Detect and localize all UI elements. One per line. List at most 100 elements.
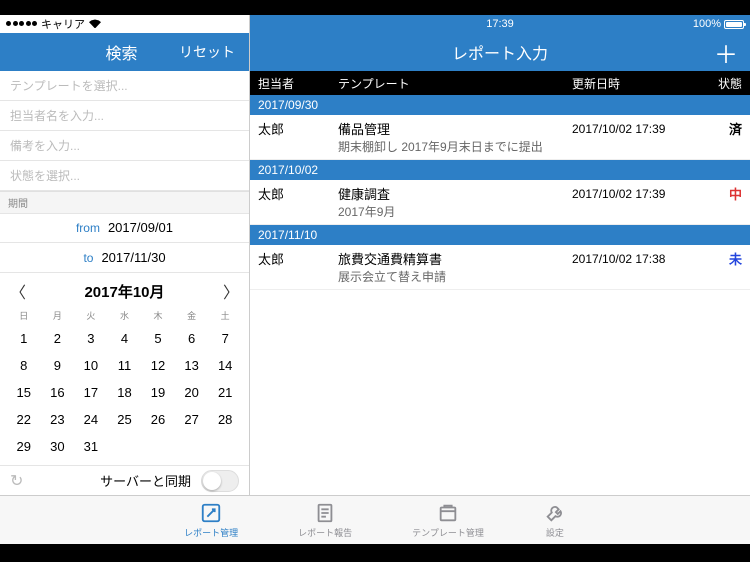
prev-month-button[interactable]: 〈 xyxy=(10,279,26,303)
calendar-day[interactable]: 9 xyxy=(42,353,74,378)
calendar-day[interactable]: 29 xyxy=(8,434,40,459)
calendar-day[interactable]: 26 xyxy=(142,407,174,432)
refresh-icon[interactable]: ↻ xyxy=(10,471,23,491)
calendar-day[interactable]: 28 xyxy=(209,407,241,432)
signal-icon xyxy=(6,21,37,26)
calendar-day[interactable]: 2 xyxy=(42,326,74,351)
tab-label: レポート報告 xyxy=(298,526,352,539)
calendar-day[interactable]: 14 xyxy=(209,353,241,378)
calendar-day[interactable]: 1 xyxy=(8,326,40,351)
calendar-day[interactable]: 18 xyxy=(109,380,141,405)
dow-cell: 土 xyxy=(209,307,241,324)
calendar-day[interactable]: 6 xyxy=(176,326,208,351)
tab-report-manage[interactable]: レポート管理 xyxy=(184,502,238,539)
report-header: レポート入力 ＋ xyxy=(250,33,750,71)
calendar-day[interactable]: 4 xyxy=(109,326,141,351)
template-icon xyxy=(437,502,459,524)
tab-settings[interactable]: 設定 xyxy=(544,502,566,539)
status-bar-left: キャリア xyxy=(0,15,249,33)
calendar-day[interactable]: 19 xyxy=(142,380,174,405)
cell-status: 済 xyxy=(702,119,742,138)
report-row[interactable]: 太郎健康調査2017/10/02 17:39中 xyxy=(250,180,750,203)
col-assignee: 担当者 xyxy=(258,75,338,92)
calendar-day[interactable]: 17 xyxy=(75,380,107,405)
group-header: 2017/10/02 xyxy=(250,160,750,180)
dow-cell: 月 xyxy=(42,307,74,324)
assignee-input[interactable]: 担当者名を入力... xyxy=(0,101,249,131)
calendar-day[interactable]: 3 xyxy=(75,326,107,351)
calendar-day[interactable]: 13 xyxy=(176,353,208,378)
add-button[interactable]: ＋ xyxy=(714,35,738,70)
date-from-row[interactable]: from 2017/09/01 xyxy=(0,214,249,244)
calendar-day[interactable]: 31 xyxy=(75,434,107,459)
calendar-day[interactable]: 8 xyxy=(8,353,40,378)
to-value: 2017/11/30 xyxy=(101,250,165,265)
calendar-day[interactable]: 5 xyxy=(142,326,174,351)
cell-updated: 2017/10/02 17:38 xyxy=(572,252,702,266)
calendar-day[interactable]: 30 xyxy=(42,434,74,459)
battery-icon xyxy=(724,20,744,29)
cell-template: 旅費交通費精算書 xyxy=(338,249,572,268)
tab-template-manage[interactable]: テンプレート管理 xyxy=(412,502,484,539)
calendar-day[interactable]: 21 xyxy=(209,380,241,405)
calendar-month: 2017年10月 xyxy=(84,281,164,302)
calendar-day[interactable]: 23 xyxy=(42,407,74,432)
calendar-day[interactable]: 11 xyxy=(109,353,141,378)
calendar-day[interactable]: 22 xyxy=(8,407,40,432)
calendar-day[interactable]: 10 xyxy=(75,353,107,378)
next-month-button[interactable]: 〉 xyxy=(223,279,239,303)
column-header: 担当者 テンプレート 更新日時 状態 xyxy=(250,71,750,95)
dow-cell: 日 xyxy=(8,307,40,324)
remarks-input[interactable]: 備考を入力... xyxy=(0,131,249,161)
from-value: 2017/09/01 xyxy=(108,220,173,235)
calendar-day[interactable]: 7 xyxy=(209,326,241,351)
tab-report-send[interactable]: レポート報告 xyxy=(298,502,352,539)
calendar-grid: 日月火水木金土 12345678910111213141516171819202… xyxy=(6,305,243,461)
report-subtitle: 展示会立て替え申請 xyxy=(250,268,750,290)
tab-bar: レポート管理 レポート報告 テンプレート管理 設定 xyxy=(0,495,750,544)
cell-template: 備品管理 xyxy=(338,119,572,138)
report-subtitle: 2017年9月 xyxy=(250,203,750,225)
calendar-day[interactable]: 15 xyxy=(8,380,40,405)
col-status: 状態 xyxy=(702,75,742,92)
report-panel: 17:39 100% レポート入力 ＋ 担当者 テンプレート 更新日時 状態 2… xyxy=(250,15,750,495)
carrier-label: キャリア xyxy=(41,16,85,32)
col-updated: 更新日時 xyxy=(572,75,702,92)
calendar-day[interactable]: 16 xyxy=(42,380,74,405)
cell-updated: 2017/10/02 17:39 xyxy=(572,122,702,136)
to-label: to xyxy=(83,251,93,265)
status-bar-right: 17:39 100% xyxy=(250,15,750,33)
col-template: テンプレート xyxy=(338,75,572,92)
status-select[interactable]: 状態を選択... xyxy=(0,161,249,191)
tab-label: テンプレート管理 xyxy=(412,526,484,539)
top-black-bar xyxy=(0,0,750,15)
report-subtitle: 期末棚卸し 2017年9月末日までに提出 xyxy=(250,138,750,160)
tab-label: レポート管理 xyxy=(184,526,238,539)
compose-icon xyxy=(200,502,222,524)
cell-assignee: 太郎 xyxy=(258,119,338,138)
dow-cell: 木 xyxy=(142,307,174,324)
cell-status: 未 xyxy=(702,249,742,268)
cell-updated: 2017/10/02 17:39 xyxy=(572,187,702,201)
report-list: 2017/09/30太郎備品管理2017/10/02 17:39済期末棚卸し 2… xyxy=(250,95,750,290)
calendar-day[interactable]: 25 xyxy=(109,407,141,432)
cell-assignee: 太郎 xyxy=(258,249,338,268)
reset-button[interactable]: リセット xyxy=(179,42,235,62)
group-header: 2017/09/30 xyxy=(250,95,750,115)
dow-cell: 水 xyxy=(109,307,141,324)
calendar-day[interactable]: 24 xyxy=(75,407,107,432)
report-row[interactable]: 太郎備品管理2017/10/02 17:39済 xyxy=(250,115,750,138)
report-row[interactable]: 太郎旅費交通費精算書2017/10/02 17:38未 xyxy=(250,245,750,268)
calendar-day[interactable]: 20 xyxy=(176,380,208,405)
search-panel: キャリア 検索 リセット テンプレートを選択... 担当者名を入力... 備考を… xyxy=(0,15,250,495)
date-to-row[interactable]: to 2017/11/30 xyxy=(0,243,249,273)
calendar-day[interactable]: 27 xyxy=(176,407,208,432)
cell-template: 健康調査 xyxy=(338,184,572,203)
calendar-day[interactable]: 12 xyxy=(142,353,174,378)
group-header: 2017/11/10 xyxy=(250,225,750,245)
sync-toggle[interactable] xyxy=(201,470,239,492)
clock: 17:39 xyxy=(486,18,514,30)
calendar-day xyxy=(142,434,174,459)
template-select[interactable]: テンプレートを選択... xyxy=(0,71,249,101)
sync-label: サーバーと同期 xyxy=(100,471,191,490)
